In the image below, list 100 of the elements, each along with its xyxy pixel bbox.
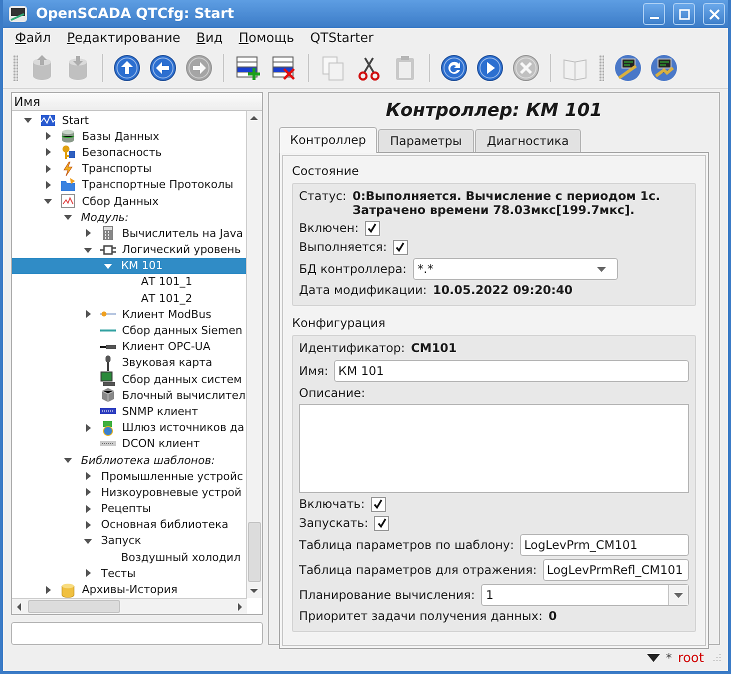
field-label: Дата модификации: <box>299 283 427 297</box>
tree-item[interactable]: Низкоуровневые устрой <box>12 484 246 500</box>
panel-title: Контроллер: КМ 101 <box>384 99 604 123</box>
waveform-icon <box>40 112 56 128</box>
window-title: OpenSCADA QTCfg: Start <box>36 6 236 22</box>
field-value: CM101 <box>410 341 457 355</box>
field-label: Имя: <box>299 364 328 378</box>
calculator-icon <box>100 225 116 242</box>
menu-item[interactable]: Редактирование <box>58 30 188 46</box>
minimize-button[interactable] <box>643 3 665 25</box>
tree-item[interactable]: Start <box>12 112 246 128</box>
text-field[interactable]: КМ 101 <box>334 360 689 382</box>
field-label: Включен: <box>299 221 359 235</box>
menu-item[interactable]: Файл <box>7 30 59 46</box>
tab[interactable]: Параметры <box>378 129 474 152</box>
tree-item[interactable]: Транспорты <box>12 160 246 177</box>
tree-item[interactable]: Вычислитель на Java <box>12 225 246 242</box>
menu-item[interactable]: QTStarter <box>302 30 382 46</box>
tree-item[interactable]: Тесты <box>12 565 246 582</box>
globe-icon <box>100 420 116 436</box>
close-button[interactable] <box>703 3 725 25</box>
key-icon <box>60 144 76 160</box>
field-label: Приоритет задачи получения данных: <box>299 609 543 623</box>
tree-item[interactable]: Архивы-История <box>12 581 246 598</box>
checkbox[interactable] <box>370 496 386 512</box>
scrollbar-thumb[interactable] <box>248 522 261 582</box>
tree-item[interactable]: Сбор данных Siemen <box>12 322 246 339</box>
menu-item[interactable]: Помощь <box>230 30 302 46</box>
tree-item[interactable]: КМ 101 <box>12 258 246 274</box>
column-header[interactable]: Имя <box>12 93 262 111</box>
field-value: 10.05.2022 09:20:40 <box>432 283 573 297</box>
field-label: Запускать: <box>299 516 368 530</box>
scrollbar-thumb[interactable] <box>28 600 120 613</box>
field-label: Включать: <box>299 497 365 511</box>
tree-item[interactable]: Рецепты <box>12 500 246 517</box>
tree-item[interactable]: Безопасность <box>12 144 246 161</box>
cylinder-icon <box>60 582 76 598</box>
maximize-button[interactable] <box>673 3 695 25</box>
field-label: Описание: <box>299 386 366 400</box>
field-label: Таблица параметров по шаблону: <box>299 538 514 552</box>
tab[interactable]: Диагностика <box>474 129 581 152</box>
tree-item[interactable]: АТ 101_2 <box>12 290 246 306</box>
caret-icon[interactable] <box>646 654 660 662</box>
input-field[interactable] <box>11 622 263 645</box>
field-label: БД контроллера: <box>299 262 407 276</box>
dropdown[interactable]: 1 <box>480 584 689 606</box>
tree-item[interactable]: DCON клиент <box>12 436 246 452</box>
tree-item[interactable]: Базы Данных <box>12 128 246 144</box>
tree-item[interactable]: Промышленные устройс <box>12 468 246 484</box>
tree-item[interactable]: Звуковая карта <box>12 354 246 371</box>
section-title: Конфигурация <box>292 316 386 330</box>
tree-item[interactable]: Модуль: <box>12 209 246 226</box>
tree-item[interactable]: Воздушный холодил <box>12 549 246 566</box>
toolbar-grip[interactable] <box>13 55 18 81</box>
database-icon <box>60 128 76 144</box>
refresh-icon[interactable] <box>438 52 470 84</box>
back-arrow-icon[interactable] <box>147 52 179 84</box>
vertical-scrollbar[interactable] <box>246 111 262 598</box>
tree-item[interactable]: Сбор данных систем <box>12 371 246 388</box>
monitor-wrench-icon[interactable] <box>648 52 680 84</box>
tree-item[interactable]: Шлюз источников да <box>12 420 246 436</box>
cube-icon <box>100 387 116 404</box>
monitor-tool-icon[interactable] <box>612 52 644 84</box>
maximize-icon <box>678 8 690 20</box>
checkbox[interactable] <box>374 516 390 530</box>
tree-item[interactable]: Библиотека шаблонов: <box>12 452 246 468</box>
field-label: Выполняется: <box>299 240 387 254</box>
tree-item[interactable]: Блочный вычислител <box>12 387 246 404</box>
folder-icon <box>60 176 76 193</box>
field-label: Идентификатор: <box>299 341 405 355</box>
tree-item[interactable]: Клиент ModBus <box>12 306 246 322</box>
tree-item[interactable]: АТ 101_1 <box>12 274 246 290</box>
caret-icon <box>674 592 683 598</box>
tab[interactable]: Контроллер <box>279 127 377 153</box>
checkbox[interactable] <box>392 240 408 254</box>
tree-item[interactable]: Логический уровень <box>12 242 246 258</box>
tree-item[interactable]: Клиент OPC-UA <box>12 338 246 355</box>
menu-item[interactable]: Вид <box>188 30 231 46</box>
field-label: Статус: <box>299 189 346 203</box>
field-label: Таблица параметров для отражения: <box>299 563 537 577</box>
chart-icon <box>60 193 76 210</box>
up-arrow-icon[interactable] <box>111 52 143 84</box>
monitor-icon <box>100 371 116 388</box>
horizontal-scrollbar[interactable] <box>12 598 247 614</box>
user-name[interactable]: root <box>678 650 704 666</box>
section-title: Состояние <box>292 164 360 178</box>
text-field[interactable]: LogLevPrm_CM101 <box>520 534 689 556</box>
tree-item[interactable]: Запуск <box>12 532 246 550</box>
toolbar-grip[interactable] <box>599 55 604 81</box>
field-value: 0:Выполняется. Вычисление с периодом 1с. Затрачено времени 78.03мкс[199.7мкс]. <box>352 189 660 217</box>
field-value: 0 <box>548 609 557 623</box>
play-icon[interactable] <box>474 52 506 84</box>
tree-item[interactable]: Сбор Данных <box>12 192 246 210</box>
text-field[interactable]: LogLevPrmRefl_CM101 <box>542 559 689 581</box>
checkbox[interactable] <box>364 220 380 236</box>
tree-item[interactable]: Основная библиотека <box>12 516 246 533</box>
tree-item[interactable]: Транспортные Протоколы <box>12 176 246 193</box>
tree-item[interactable]: SNMP клиент <box>12 403 246 420</box>
app-icon <box>8 4 28 24</box>
combo-box[interactable]: *.* <box>412 258 618 280</box>
